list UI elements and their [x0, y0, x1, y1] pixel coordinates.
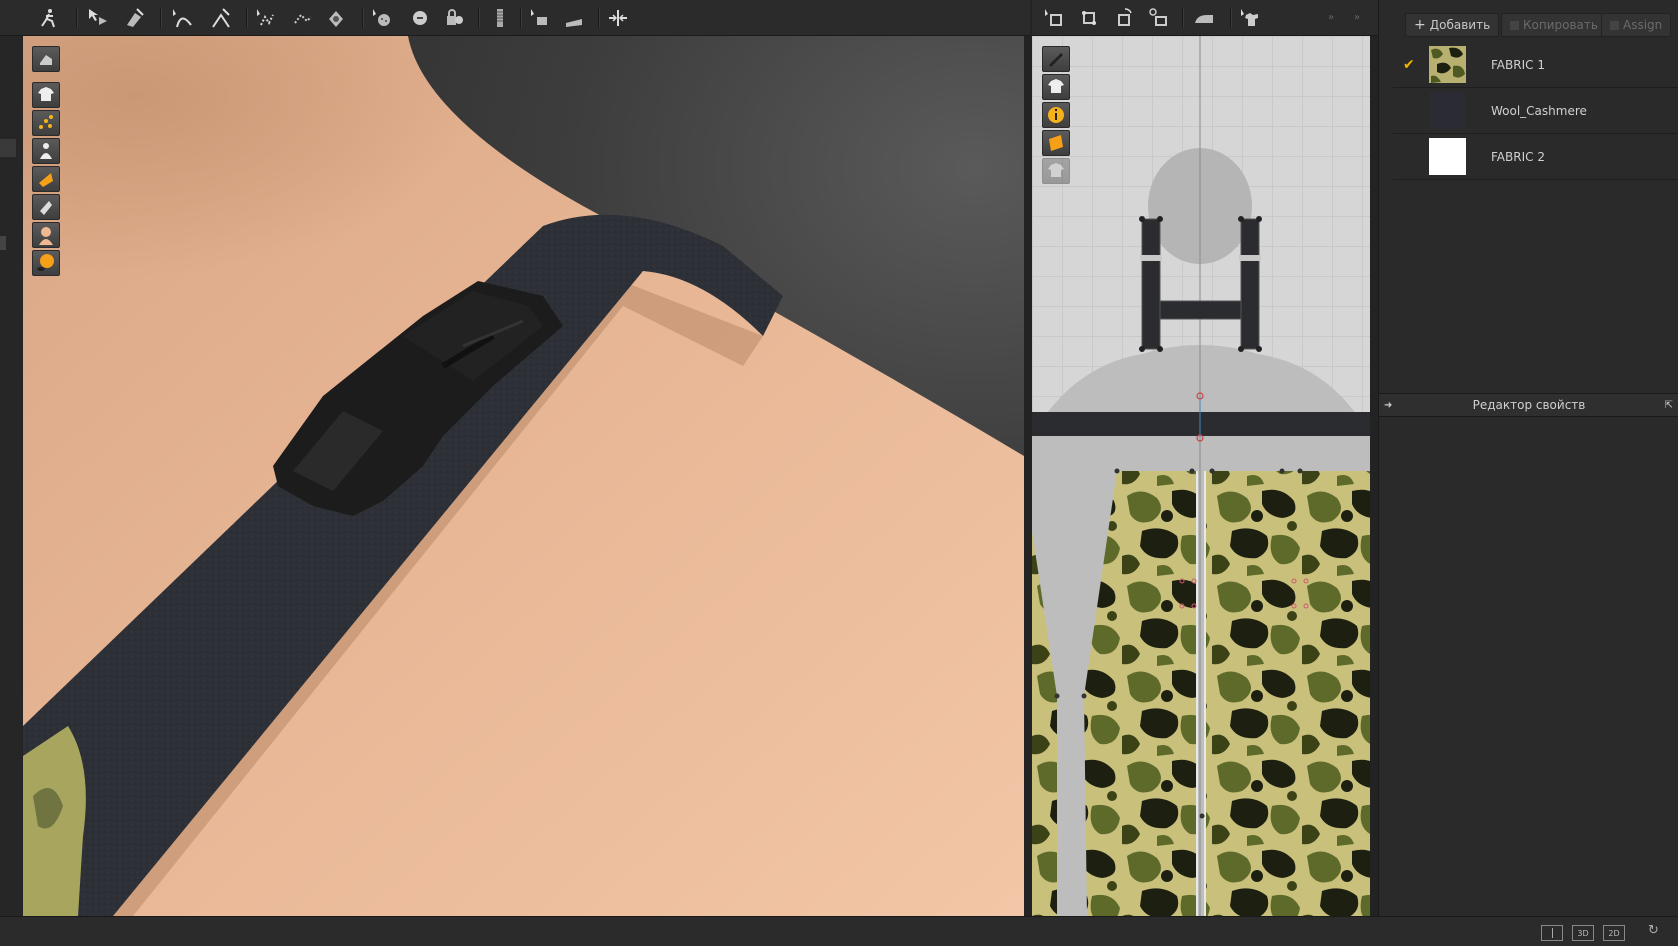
add-fabric-button[interactable]: + Добавить	[1405, 13, 1500, 37]
view-3d-label: 3D	[1577, 928, 1589, 938]
button-icon[interactable]	[370, 6, 394, 30]
plus-icon: +	[1414, 17, 1426, 33]
assign-icon	[1610, 20, 1619, 30]
viewport-3d[interactable]	[23, 36, 1024, 916]
transform-pattern-icon[interactable]	[122, 6, 146, 30]
skin-icon[interactable]	[32, 222, 60, 248]
assign-label: Assign	[1623, 18, 1663, 32]
pattern-2d-window[interactable]	[1032, 36, 1370, 916]
property-editor-header: ➜ Редактор свойств ⇱	[1379, 393, 1678, 417]
show-avatar-icon[interactable]	[32, 138, 60, 164]
avatar-visibility-icon[interactable]	[32, 250, 60, 276]
show-points-icon[interactable]	[32, 110, 60, 136]
rotate-2d-icon[interactable]	[1112, 6, 1136, 30]
avatar-pose-icon[interactable]	[36, 6, 60, 30]
fabric-name: FABRIC 2	[1491, 149, 1545, 164]
ruler-icon[interactable]	[562, 6, 586, 30]
info-icon[interactable]	[1042, 102, 1070, 128]
edit-curve-icon[interactable]	[170, 6, 194, 30]
tack-icon[interactable]	[324, 6, 348, 30]
split-view-button[interactable]	[1541, 925, 1563, 941]
object-browser-panel: + Добавить Копировать Assign ✔ FABRIC 1 …	[1378, 0, 1678, 916]
trace-2d-icon[interactable]	[1147, 6, 1171, 30]
fabric-name: Wool_Cashmere	[1491, 103, 1587, 118]
transform-2d-icon[interactable]	[1077, 6, 1101, 30]
texture-mode-icon[interactable]	[32, 166, 60, 192]
fabric-list-item[interactable]: ✔ FABRIC 1	[1393, 42, 1678, 88]
fabric-list-item[interactable]: Wool_Cashmere	[1393, 88, 1678, 134]
collapse-arrow-icon[interactable]: ➜	[1384, 400, 1392, 411]
add-label: Добавить	[1429, 18, 1491, 32]
view-2d-label: 2D	[1608, 928, 1620, 938]
main-toolbar	[0, 0, 1030, 36]
assign-fabric-button[interactable]: Assign	[1601, 13, 1672, 37]
reset-view-icon[interactable]	[32, 46, 60, 72]
fabric-swatch	[1429, 92, 1466, 129]
fold-tool-icon[interactable]	[528, 6, 552, 30]
split-view-icon	[1551, 928, 1553, 938]
buttonhole-icon[interactable]	[408, 6, 432, 30]
iron-icon[interactable]	[1192, 6, 1216, 30]
refresh-icon[interactable]: ↻	[1648, 923, 1659, 938]
copy-icon	[1510, 20, 1519, 30]
popout-icon[interactable]: ⇱	[1665, 400, 1673, 411]
fabric-texture-icon[interactable]	[1042, 130, 1070, 156]
pattern-toolbar: » »	[1032, 0, 1378, 36]
arrange-icon[interactable]	[606, 6, 630, 30]
garment-icon[interactable]	[1238, 6, 1262, 30]
zipper-icon[interactable]	[488, 6, 512, 30]
lock-pattern-icon[interactable]	[1042, 158, 1070, 184]
select-move-icon[interactable]	[86, 6, 110, 30]
view-2d-button[interactable]: 2D	[1603, 925, 1625, 941]
left-edge	[0, 36, 22, 916]
property-editor-title: Редактор свойств	[1472, 398, 1586, 412]
fabric-list-item[interactable]: FABRIC 2	[1393, 134, 1678, 180]
checkmark-icon: ✔	[1403, 56, 1415, 73]
copy-label: Копировать	[1523, 18, 1598, 32]
status-bar: 3D 2D ↻	[0, 916, 1678, 946]
edit-pattern-2d-icon[interactable]	[1042, 6, 1066, 30]
show-shirt-icon[interactable]	[1042, 74, 1070, 100]
view-3d-button[interactable]: 3D	[1572, 925, 1594, 941]
pencil-visibility-icon[interactable]	[1042, 46, 1070, 72]
segment-sewing-icon[interactable]	[254, 6, 278, 30]
fabric-swatch	[1429, 138, 1466, 175]
free-sewing-icon[interactable]	[290, 6, 314, 30]
edit-point-icon[interactable]	[208, 6, 232, 30]
copy-fabric-button[interactable]: Копировать	[1501, 13, 1607, 37]
render-mode-icon[interactable]	[32, 194, 60, 220]
show-garment-icon[interactable]	[32, 82, 60, 108]
lock-icon[interactable]	[442, 6, 466, 30]
fabric-swatch	[1429, 46, 1466, 83]
fabric-name: FABRIC 1	[1491, 57, 1545, 72]
